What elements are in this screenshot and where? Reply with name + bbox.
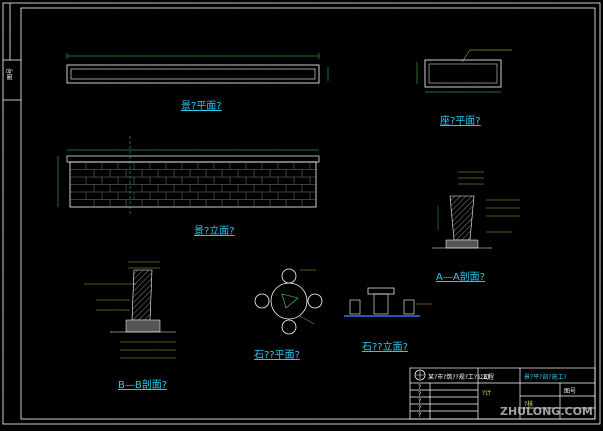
label-plan-view: 景?平面? (181, 101, 222, 112)
label-base-plan: 座?平面? (440, 116, 481, 127)
title-block-row: ? (418, 384, 422, 391)
label-section-a-a: A—A剖面? (436, 272, 485, 283)
title-block-row: ? (418, 391, 422, 398)
title-block-company: 某?市?筑??规?工?公司 (428, 374, 490, 381)
title-block-row: ? (418, 405, 422, 412)
title-block-row: ? (418, 398, 422, 405)
label-elevation-view: 景?立面? (194, 226, 235, 237)
title-block-sheet-label: 图号 (564, 388, 577, 395)
title-block-row: ? (418, 412, 422, 419)
title-block-drawing-name: 景?平?剖?施工? (524, 374, 567, 381)
watermark-text: ZHULONG.COM (500, 405, 593, 418)
label-table-elevation: 石??立面? (362, 342, 408, 353)
title-block-design: ?计 (482, 390, 492, 397)
company-logo (414, 369, 426, 381)
label-table-plan: 石??平面? (254, 350, 300, 361)
title-block-project-label: 工程 (482, 374, 495, 381)
cad-drawing-sheet: 景?平面? 座?平面? 景?立面? A—A剖面? B—B剖面? 石??平面? 石… (0, 0, 603, 427)
sheet-side-label: 图号 (7, 67, 14, 80)
cad-canvas (0, 0, 603, 427)
label-section-b-b: B—B剖面? (118, 380, 168, 391)
